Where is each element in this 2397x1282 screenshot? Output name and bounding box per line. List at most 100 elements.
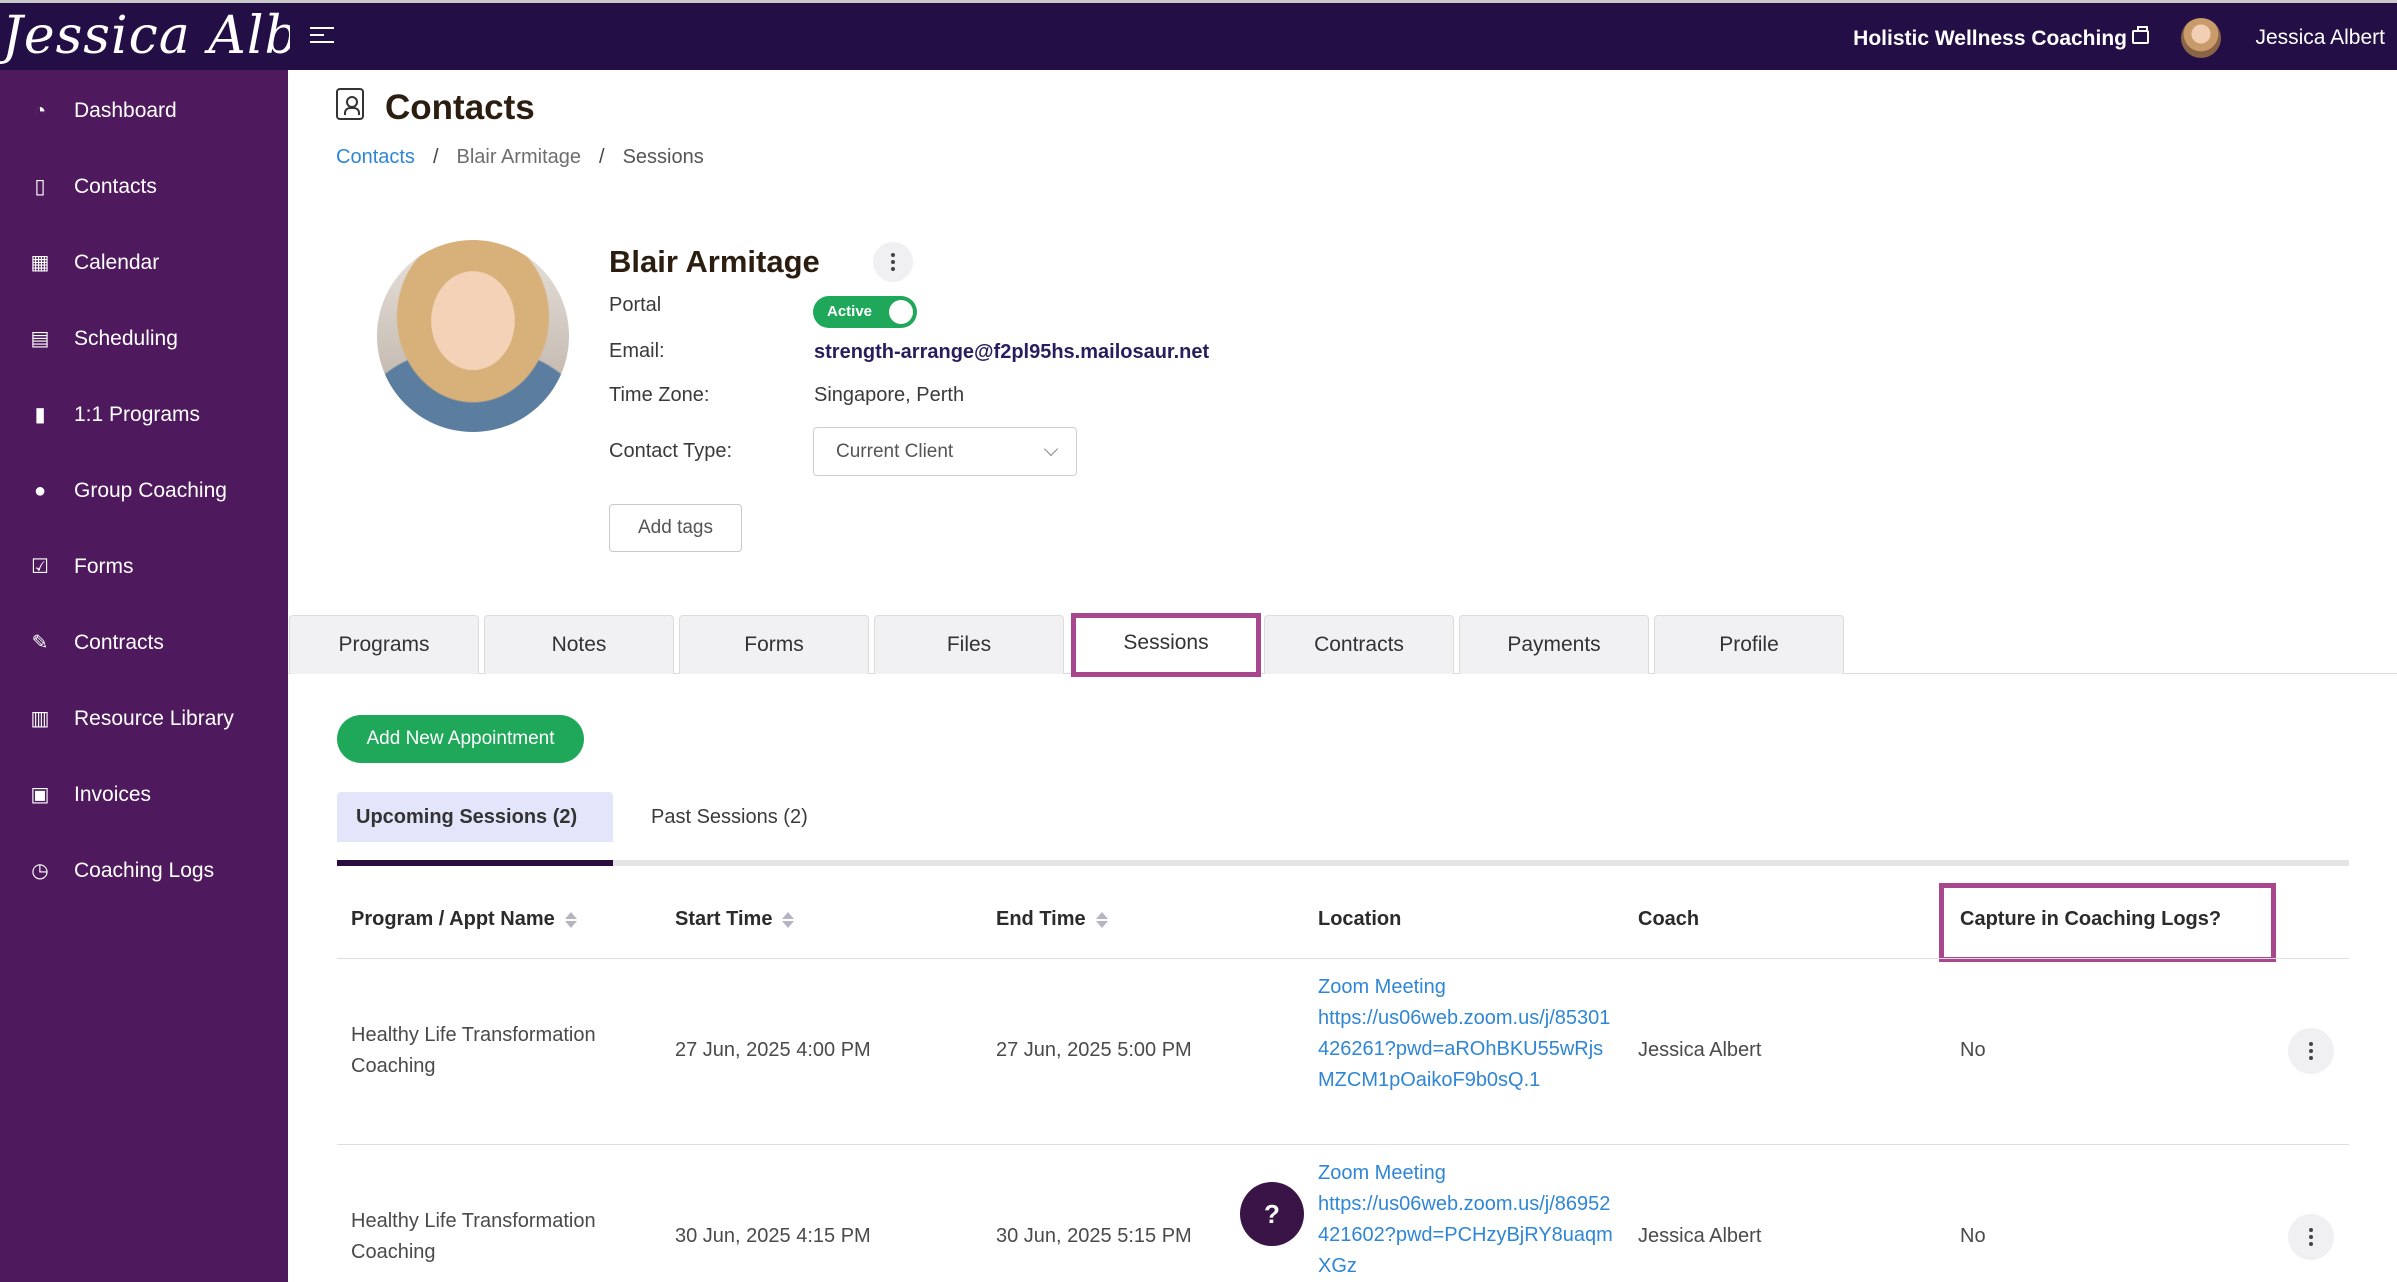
contact-type-value: Current Client [836, 441, 954, 462]
cell-capture: No [1960, 1225, 1986, 1247]
sidebar-item-group-coaching[interactable]: ● Group Coaching [0, 466, 288, 516]
business-name[interactable]: Holistic Wellness Coaching [1853, 27, 2127, 51]
contact-photo [377, 240, 569, 432]
sidebar-item-label: Group Coaching [74, 479, 227, 502]
tab-profile[interactable]: Profile [1654, 615, 1844, 674]
sidebar-item-calendar[interactable]: ▦ Calendar [0, 238, 288, 288]
sidebar-item-scheduling[interactable]: ▤ Scheduling [0, 314, 288, 364]
clock-icon: ◷ [31, 860, 49, 882]
sidebar-item-invoices[interactable]: ▣ Invoices [0, 770, 288, 820]
tab-files[interactable]: Files [874, 615, 1064, 674]
sort-icon[interactable] [1095, 911, 1108, 928]
sidebar-item-label: Calendar [74, 251, 160, 274]
top-bar: Jessica Albert Holistic Wellness Coachin… [0, 0, 2397, 70]
chevron-down-icon [1043, 441, 1059, 457]
scheduling-icon: ▤ [30, 328, 50, 350]
sidebar-item-label: 1:1 Programs [74, 403, 201, 426]
breadcrumb: Contacts / Blair Armitage / Sessions [336, 146, 704, 169]
column-header-label: End Time [996, 908, 1086, 930]
portal-toggle[interactable]: Active [813, 296, 917, 328]
location-title[interactable]: Zoom Meeting [1318, 972, 1618, 1003]
tab-forms[interactable]: Forms [679, 615, 869, 674]
subtab-upcoming-sessions[interactable]: Upcoming Sessions (2) [337, 792, 613, 842]
location-url[interactable]: https://us06web.zoom.us/j/86952421602?pw… [1318, 1189, 1618, 1282]
tab-programs[interactable]: Programs [289, 615, 479, 674]
signature-icon: ✎ [31, 632, 49, 654]
checklist-icon: ☑ [31, 556, 49, 578]
cell-location[interactable]: Zoom Meeting https://us06web.zoom.us/j/8… [1318, 972, 1618, 1096]
breadcrumb-current: Sessions [622, 146, 704, 168]
timezone-value: Singapore, Perth [814, 384, 965, 406]
sidebar-item-coaching-logs[interactable]: ◷ Coaching Logs [0, 846, 288, 896]
column-header-program[interactable]: Program / Appt Name [351, 908, 577, 931]
add-tags-button[interactable]: Add tags [609, 504, 742, 552]
brand-logo[interactable]: Jessica Albert [0, 3, 290, 73]
sidebar-item-label: Contacts [74, 175, 157, 198]
sort-icon[interactable] [564, 911, 577, 928]
cell-start-time: 30 Jun, 2025 4:15 PM [675, 1225, 871, 1247]
sidebar-item-programs[interactable]: ▮ 1:1 Programs [0, 390, 288, 440]
tab-sessions[interactable]: Sessions [1071, 613, 1261, 677]
contact-name: Blair Armitage [609, 244, 820, 279]
sidebar-item-dashboard[interactable]: ◔ Dashboard [0, 86, 288, 136]
group-icon: ● [33, 480, 47, 502]
sidebar-item-label: Resource Library [74, 707, 234, 730]
subtab-past-sessions[interactable]: Past Sessions (2) [632, 792, 827, 842]
tab-notes[interactable]: Notes [484, 615, 674, 674]
sidebar-item-forms[interactable]: ☑ Forms [0, 542, 288, 592]
menu-toggle-icon[interactable] [310, 27, 334, 49]
contact-more-button[interactable] [873, 242, 913, 282]
contact-type-select[interactable]: Current Client [813, 427, 1077, 476]
column-header-label: Start Time [675, 908, 773, 930]
contacts-icon: ▯ [34, 176, 46, 198]
page-title: Contacts [385, 88, 535, 127]
sidebar-item-label: Forms [74, 555, 134, 578]
table-row-divider [337, 1144, 2349, 1145]
email-label: Email: [609, 340, 665, 362]
invoice-icon: ▣ [30, 784, 50, 806]
dashboard-icon: ◔ [33, 100, 47, 122]
breadcrumb-contact-name: Blair Armitage [456, 146, 582, 168]
portal-label: Portal [609, 294, 662, 316]
cell-location[interactable]: Zoom Meeting https://us06web.zoom.us/j/8… [1318, 1158, 1618, 1282]
cell-program-name: Healthy Life Transformation Coaching [351, 1210, 596, 1263]
email-value[interactable]: strength-arrange@f2pl95hs.mailosaur.net [814, 341, 1209, 364]
breadcrumb-contacts[interactable]: Contacts [336, 146, 415, 169]
sort-icon[interactable] [782, 911, 795, 928]
sidebar-item-label: Scheduling [74, 327, 178, 350]
row-more-button[interactable] [2288, 1214, 2334, 1260]
row-more-button[interactable] [2288, 1028, 2334, 1074]
cell-end-time: 30 Jun, 2025 5:15 PM [996, 1225, 1192, 1247]
column-header-coach: Coach [1638, 908, 1700, 930]
sidebar-item-contracts[interactable]: ✎ Contracts [0, 618, 288, 668]
user-name[interactable]: Jessica Albert [2255, 26, 2385, 50]
sidebar-item-resource-library[interactable]: ▥ Resource Library [0, 694, 288, 744]
cell-program-name: Healthy Life Transformation Coaching [351, 1024, 596, 1077]
subtab-rail [337, 860, 2349, 866]
book-icon: ▮ [34, 404, 46, 426]
add-appointment-button[interactable]: Add New Appointment [337, 715, 584, 763]
column-header-start-time[interactable]: Start Time [675, 908, 795, 931]
user-avatar[interactable] [2181, 18, 2221, 58]
cell-start-time: 27 Jun, 2025 4:00 PM [675, 1039, 871, 1061]
help-button[interactable]: ? [1240, 1182, 1304, 1246]
cell-coach: Jessica Albert [1638, 1225, 1762, 1247]
sidebar-item-label: Coaching Logs [74, 859, 215, 882]
tab-contracts[interactable]: Contracts [1264, 615, 1454, 674]
portal-status: Active [827, 303, 873, 320]
cell-end-time: 27 Jun, 2025 5:00 PM [996, 1039, 1192, 1061]
sidebar: ◔ Dashboard ▯ Contacts ▦ Calendar ▤ Sche… [0, 70, 288, 1282]
sidebar-item-label: Dashboard [74, 99, 177, 122]
tab-payments[interactable]: Payments [1459, 615, 1649, 674]
column-header-label: Program / Appt Name [351, 908, 555, 930]
capture-column-highlight [1939, 883, 2276, 962]
cell-coach: Jessica Albert [1638, 1039, 1762, 1061]
briefcase-icon[interactable] [2132, 26, 2149, 44]
sidebar-item-contacts[interactable]: ▯ Contacts [0, 162, 288, 212]
contacts-icon [336, 88, 364, 120]
toggle-knob [889, 300, 913, 324]
subtab-active-indicator [337, 860, 613, 866]
location-url[interactable]: https://us06web.zoom.us/j/85301426261?pw… [1318, 1003, 1618, 1096]
location-title[interactable]: Zoom Meeting [1318, 1158, 1618, 1189]
column-header-end-time[interactable]: End Time [996, 908, 1108, 931]
